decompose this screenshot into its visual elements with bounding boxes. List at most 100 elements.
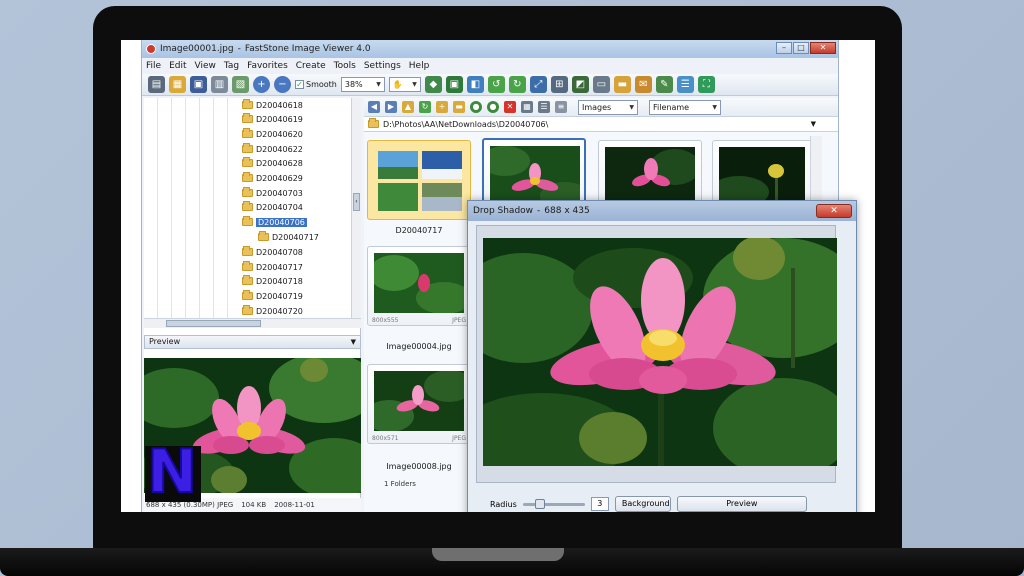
menu-favorites[interactable]: Favorites <box>247 61 288 71</box>
lotus-pod-thumbnail <box>719 147 805 207</box>
browse-icon[interactable]: ▦ <box>169 76 186 93</box>
chevron-down-icon[interactable]: ▼ <box>811 120 816 128</box>
radius-spinner[interactable]: 3 <box>590 497 609 511</box>
laptop-screen: Image00001.jpg - FastStone Image Viewer 4.… <box>121 40 875 512</box>
thumbnail-image <box>719 147 805 207</box>
path-value: D:\Photos\AA\NetDownloads\D20040706\ <box>383 119 549 129</box>
rotate-left-icon[interactable]: ↺ <box>487 76 505 93</box>
thumbnail-folder[interactable] <box>367 140 471 220</box>
thumbnails-view-icon[interactable]: ▦ <box>521 101 533 113</box>
tree-item[interactable]: D20040619 <box>242 112 303 126</box>
move-to-icon[interactable]: ● <box>487 101 499 113</box>
refresh-icon[interactable]: ↻ <box>419 101 431 113</box>
menu-tag[interactable]: Tag <box>224 61 239 71</box>
radius-slider[interactable] <box>522 498 585 509</box>
menu-tools[interactable]: Tools <box>334 61 356 71</box>
details-view-icon[interactable]: ☰ <box>538 101 550 113</box>
tree-item[interactable]: D20040620 <box>242 127 303 141</box>
folder-open-icon <box>242 216 253 226</box>
lotus-photo-large <box>483 238 837 466</box>
edit-icon[interactable]: ✎ <box>655 76 673 93</box>
tree-item-selected[interactable]: D20040706 <box>242 215 307 229</box>
lotus-thumbnail <box>374 371 464 431</box>
menu-edit[interactable]: Edit <box>169 61 186 71</box>
open-icon[interactable]: ▤ <box>148 76 165 93</box>
preview-button[interactable]: Preview <box>676 496 807 512</box>
fullscreen-icon[interactable]: ⛶ <box>697 76 715 93</box>
back-icon[interactable]: ◀ <box>368 101 380 113</box>
folder-icon[interactable]: ▬ <box>613 76 631 93</box>
new-folder-icon[interactable]: + <box>436 101 448 113</box>
menu-view[interactable]: View <box>195 61 216 71</box>
folder-icon <box>242 128 253 138</box>
list-view-icon[interactable]: ≡ <box>555 101 567 113</box>
image-info-icon[interactable]: ◧ <box>466 76 484 93</box>
copy-folder-icon[interactable]: ▬ <box>453 101 465 113</box>
tree-vertical-scrollbar[interactable]: ‹ <box>351 98 361 318</box>
maximize-button[interactable]: □ <box>793 42 809 54</box>
thumbnail-item[interactable]: 800x571 JPEG <box>367 364 471 444</box>
zoom-value: 38% <box>344 80 363 89</box>
hand-tool-select[interactable]: ✋ ▼ <box>388 77 421 92</box>
filter-select[interactable]: Images ▼ <box>578 99 638 115</box>
smooth-label: Smooth <box>306 80 337 89</box>
thumbnail-item[interactable]: 800x555 JPEG <box>367 246 471 326</box>
forward-icon[interactable]: ▶ <box>385 101 397 113</box>
smooth-checkbox-box[interactable]: ✓ <box>295 80 304 89</box>
crop-icon[interactable]: ⊞ <box>550 76 568 93</box>
tree-item[interactable]: D20040703 <box>242 186 303 200</box>
tree-item[interactable]: D20040720 <box>242 304 303 318</box>
thumbnail-image <box>605 147 695 207</box>
minimize-button[interactable]: – <box>776 42 792 54</box>
menu-create[interactable]: Create <box>296 61 326 71</box>
menu-file[interactable]: File <box>146 61 161 71</box>
hand-icon: ✋ <box>392 80 403 89</box>
tree-item[interactable]: D20040719 <box>242 289 303 303</box>
zoom-select[interactable]: 38% ▼ <box>340 77 385 92</box>
tree-horizontal-scrollbar[interactable] <box>144 318 361 328</box>
settings-icon[interactable]: ☰ <box>676 76 694 93</box>
tag-icon[interactable]: ◆ <box>424 76 442 93</box>
adjust-icon[interactable]: ◩ <box>571 76 589 93</box>
tree-item[interactable]: D20040718 <box>242 274 303 288</box>
window-title: Image00001.jpg - FastStone Image Viewer 4.… <box>160 44 371 54</box>
email-icon[interactable]: ✉ <box>634 76 652 93</box>
scroll-thumb[interactable]: ‹ <box>353 193 360 211</box>
menu-settings[interactable]: Settings <box>364 61 401 71</box>
preview-dropdown[interactable]: Preview ▼ <box>144 335 361 349</box>
tree-item[interactable]: D20040629 <box>242 171 303 185</box>
chevron-down-icon: ▼ <box>629 103 634 111</box>
resize-icon[interactable]: ⤢ <box>529 76 547 93</box>
lotus-thumbnail <box>490 146 580 206</box>
tree-item[interactable]: D20040622 <box>242 142 303 156</box>
tree-item[interactable]: D20040708 <box>242 245 303 259</box>
print-icon[interactable]: ▥ <box>211 76 228 93</box>
browser-toolbar: ◀ ▶ ▲ ↻ + ▬ ● ● ✕ ▦ ☰ ≡ Images ▼ Filenam… <box>364 98 838 116</box>
menu-help[interactable]: Help <box>409 61 430 71</box>
save-icon[interactable]: ▣ <box>190 76 207 93</box>
slideshow-icon[interactable]: ▧ <box>232 76 249 93</box>
dialog-close-button[interactable]: ✕ <box>816 204 852 218</box>
zoom-out-icon[interactable]: − <box>274 76 291 93</box>
radius-slider-knob[interactable] <box>534 498 545 509</box>
tree-item-child[interactable]: D20040717 <box>258 230 319 244</box>
menu-bar: File Edit View Tag Favorites Create Tool… <box>142 58 838 74</box>
folder-up-icon[interactable]: ▲ <box>402 101 414 113</box>
tree-item[interactable]: D20040618 <box>242 98 303 112</box>
compare-icon[interactable]: ▭ <box>592 76 610 93</box>
photo-icon[interactable]: ▣ <box>445 76 463 93</box>
delete-icon[interactable]: ✕ <box>504 101 516 113</box>
tree-item[interactable]: D20040717 <box>242 260 303 274</box>
path-bar[interactable]: D:\Photos\AA\NetDownloads\D20040706\ ▼ <box>364 116 838 132</box>
tree-item[interactable]: D20040628 <box>242 156 303 170</box>
background-button[interactable]: Background <box>614 496 671 512</box>
sort-select[interactable]: Filename ▼ <box>649 99 721 115</box>
rotate-right-icon[interactable]: ↻ <box>508 76 526 93</box>
scroll-thumb[interactable] <box>166 320 261 327</box>
copy-to-icon[interactable]: ● <box>470 101 482 113</box>
zoom-in-icon[interactable]: + <box>253 76 270 93</box>
folder-icon <box>242 143 253 153</box>
smooth-checkbox[interactable]: ✓ Smooth <box>295 80 337 89</box>
tree-item[interactable]: D20040704 <box>242 200 303 214</box>
close-button[interactable]: ✕ <box>810 42 836 54</box>
